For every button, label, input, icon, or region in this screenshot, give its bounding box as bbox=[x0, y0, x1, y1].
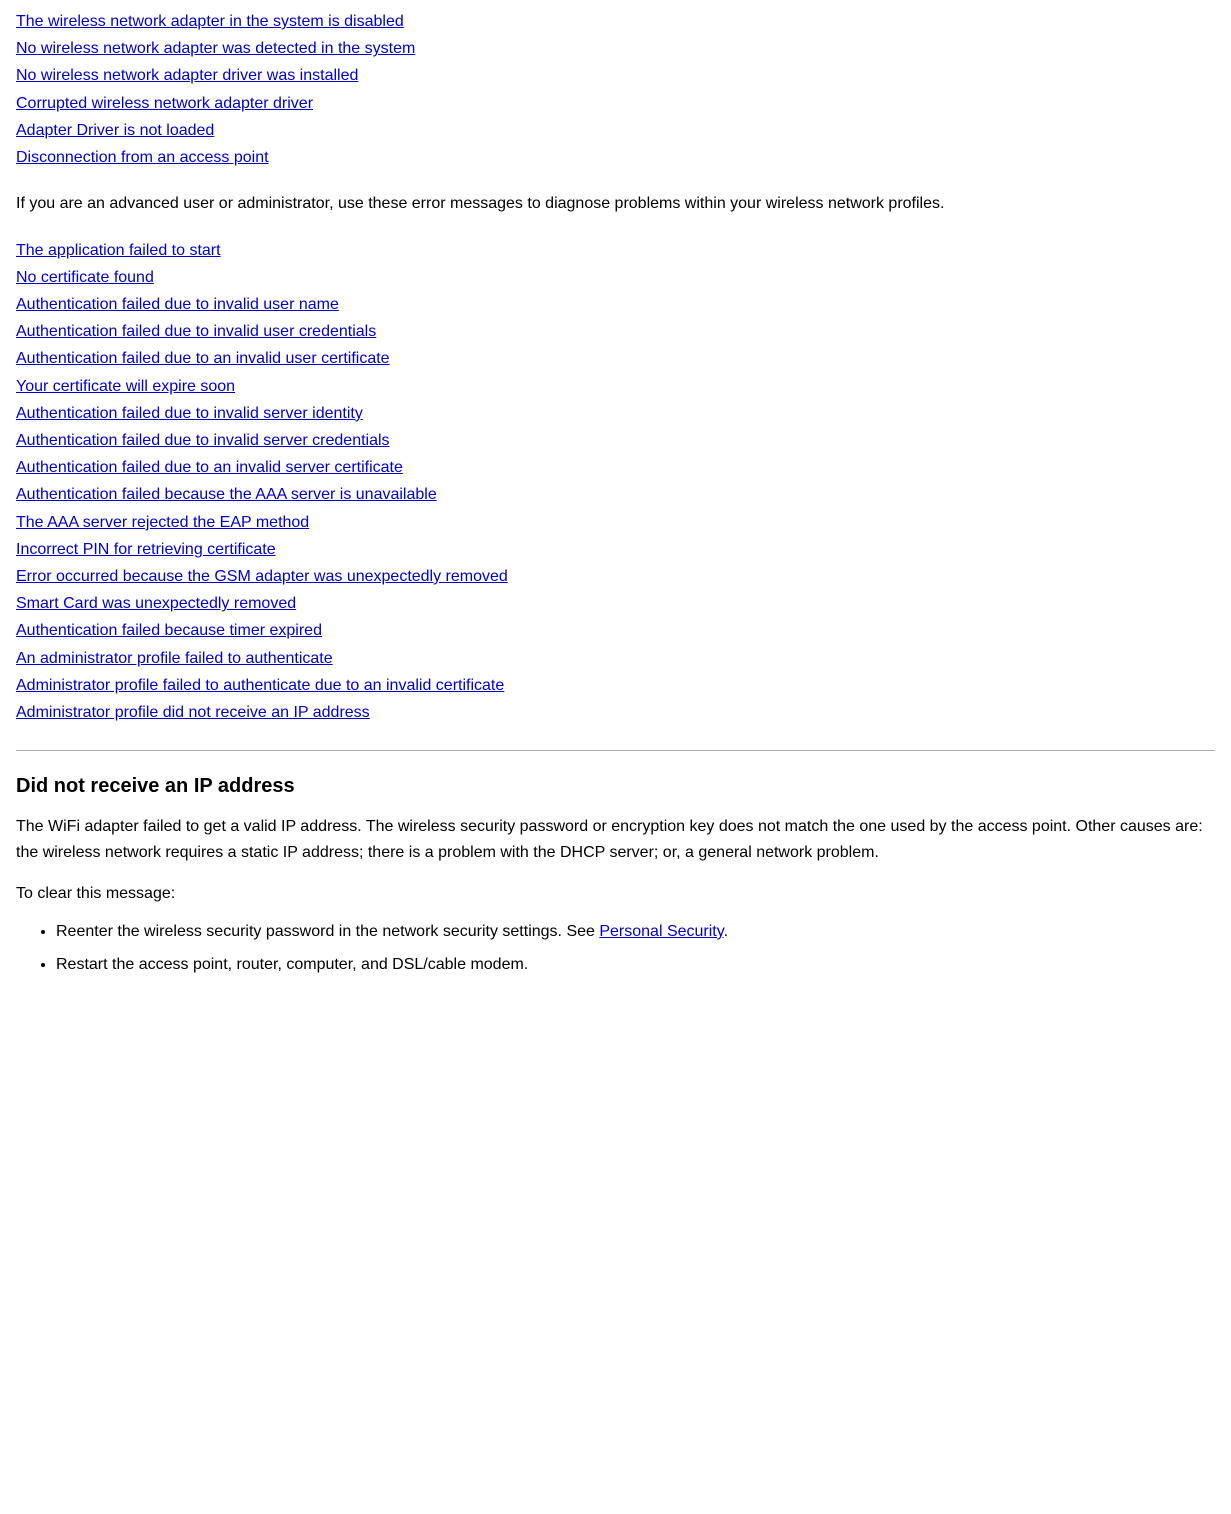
link-app-failed[interactable]: The application failed to start bbox=[16, 237, 1215, 264]
intro-text: If you are an advanced user or administr… bbox=[16, 191, 1215, 217]
link-smartcard-removed[interactable]: Smart Card was unexpectedly removed bbox=[16, 590, 1215, 617]
link-aaa-unavailable[interactable]: Authentication failed because the AAA se… bbox=[16, 481, 1215, 508]
bullet-item-0: Reenter the wireless security password i… bbox=[56, 919, 1215, 945]
link-driver-not-loaded[interactable]: Adapter Driver is not loaded bbox=[16, 117, 1215, 144]
link-invalid-username[interactable]: Authentication failed due to invalid use… bbox=[16, 291, 1215, 318]
link-no-driver-installed[interactable]: No wireless network adapter driver was i… bbox=[16, 62, 1215, 89]
link-incorrect-pin[interactable]: Incorrect PIN for retrieving certificate bbox=[16, 536, 1215, 563]
link-disconnection[interactable]: Disconnection from an access point bbox=[16, 144, 1215, 171]
nav-link-list: The wireless network adapter in the syst… bbox=[16, 8, 1215, 171]
link-cert-expire[interactable]: Your certificate will expire soon bbox=[16, 373, 1215, 400]
to-clear-label: To clear this message: bbox=[16, 881, 1215, 907]
link-invalid-server-credentials[interactable]: Authentication failed due to invalid ser… bbox=[16, 427, 1215, 454]
link-admin-profile-failed[interactable]: An administrator profile failed to authe… bbox=[16, 645, 1215, 672]
link-no-cert[interactable]: No certificate found bbox=[16, 264, 1215, 291]
error-link-list: The application failed to startNo certif… bbox=[16, 237, 1215, 726]
link-timer-expired[interactable]: Authentication failed because timer expi… bbox=[16, 617, 1215, 644]
link-invalid-user-cert[interactable]: Authentication failed due to an invalid … bbox=[16, 345, 1215, 372]
link-admin-no-ip[interactable]: Administrator profile did not receive an… bbox=[16, 699, 1215, 726]
link-admin-invalid-cert[interactable]: Administrator profile failed to authenti… bbox=[16, 672, 1215, 699]
link-invalid-server-identity[interactable]: Authentication failed due to invalid ser… bbox=[16, 400, 1215, 427]
link-invalid-credentials[interactable]: Authentication failed due to invalid use… bbox=[16, 318, 1215, 345]
link-invalid-server-cert[interactable]: Authentication failed due to an invalid … bbox=[16, 454, 1215, 481]
link-gsm-removed[interactable]: Error occurred because the GSM adapter w… bbox=[16, 563, 1215, 590]
link-adapter-disabled[interactable]: The wireless network adapter in the syst… bbox=[16, 8, 1215, 35]
link-adapter-not-detected[interactable]: No wireless network adapter was detected… bbox=[16, 35, 1215, 62]
bullet-item-1: Restart the access point, router, comput… bbox=[56, 952, 1215, 978]
section-divider bbox=[16, 750, 1215, 751]
bullet-list: Reenter the wireless security password i… bbox=[16, 919, 1215, 978]
link-corrupted-driver[interactable]: Corrupted wireless network adapter drive… bbox=[16, 90, 1215, 117]
section-body: The WiFi adapter failed to get a valid I… bbox=[16, 814, 1215, 865]
personal-security-link[interactable]: Personal Security bbox=[599, 923, 723, 940]
link-aaa-rejected-eap[interactable]: The AAA server rejected the EAP method bbox=[16, 509, 1215, 536]
section-title: Did not receive an IP address bbox=[16, 775, 1215, 798]
